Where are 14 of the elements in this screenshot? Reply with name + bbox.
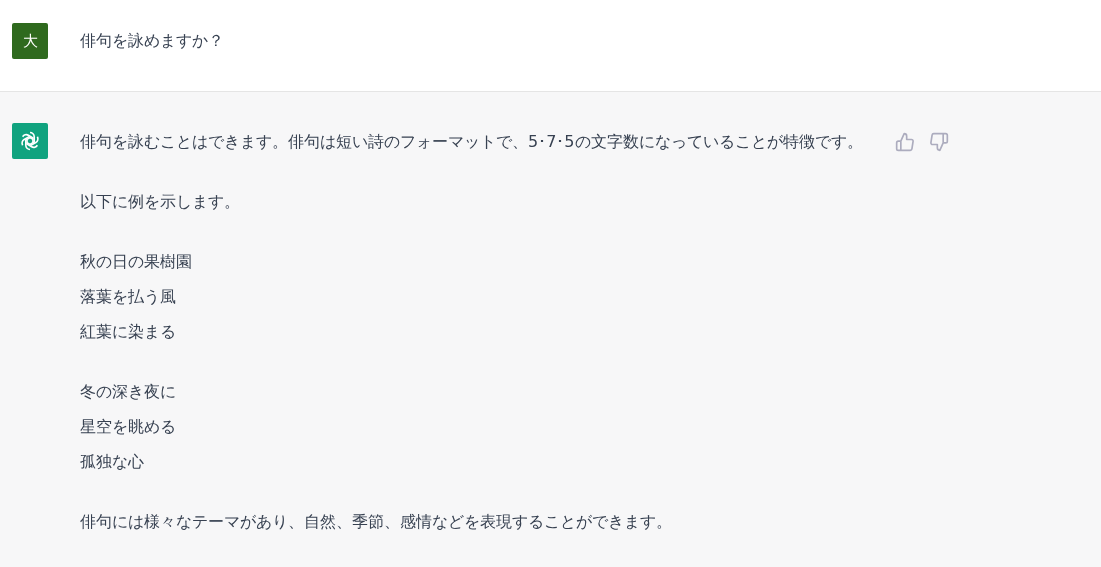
response-text: 以下に例を示します。 <box>80 191 241 213</box>
poem-line: 秋の日の果樹園 <box>80 251 193 273</box>
poem-line: 孤独な心 <box>80 451 145 473</box>
poem-line: 冬の深き夜に <box>80 381 177 403</box>
poem-line: 紅葉に染まる <box>80 321 177 343</box>
user-message: 俳句を詠めますか？ <box>80 30 224 52</box>
response-text: 俳句を詠むことはできます。俳句は短い詩のフォーマットで、5･7･5の文字数になっていることが特徴です。 <box>80 131 863 153</box>
thumbs-down-icon[interactable] <box>928 131 949 152</box>
knot-logo-icon <box>18 129 42 153</box>
user-avatar: 大 <box>12 23 48 59</box>
response-text: 俳句には様々なテーマがあり、自然、季節、感情などを表現することができます。 <box>80 511 673 533</box>
poem-line: 落葉を払う風 <box>80 286 177 308</box>
poem-line: 星空を眺める <box>80 416 177 438</box>
thumbs-up-icon[interactable] <box>894 131 915 152</box>
